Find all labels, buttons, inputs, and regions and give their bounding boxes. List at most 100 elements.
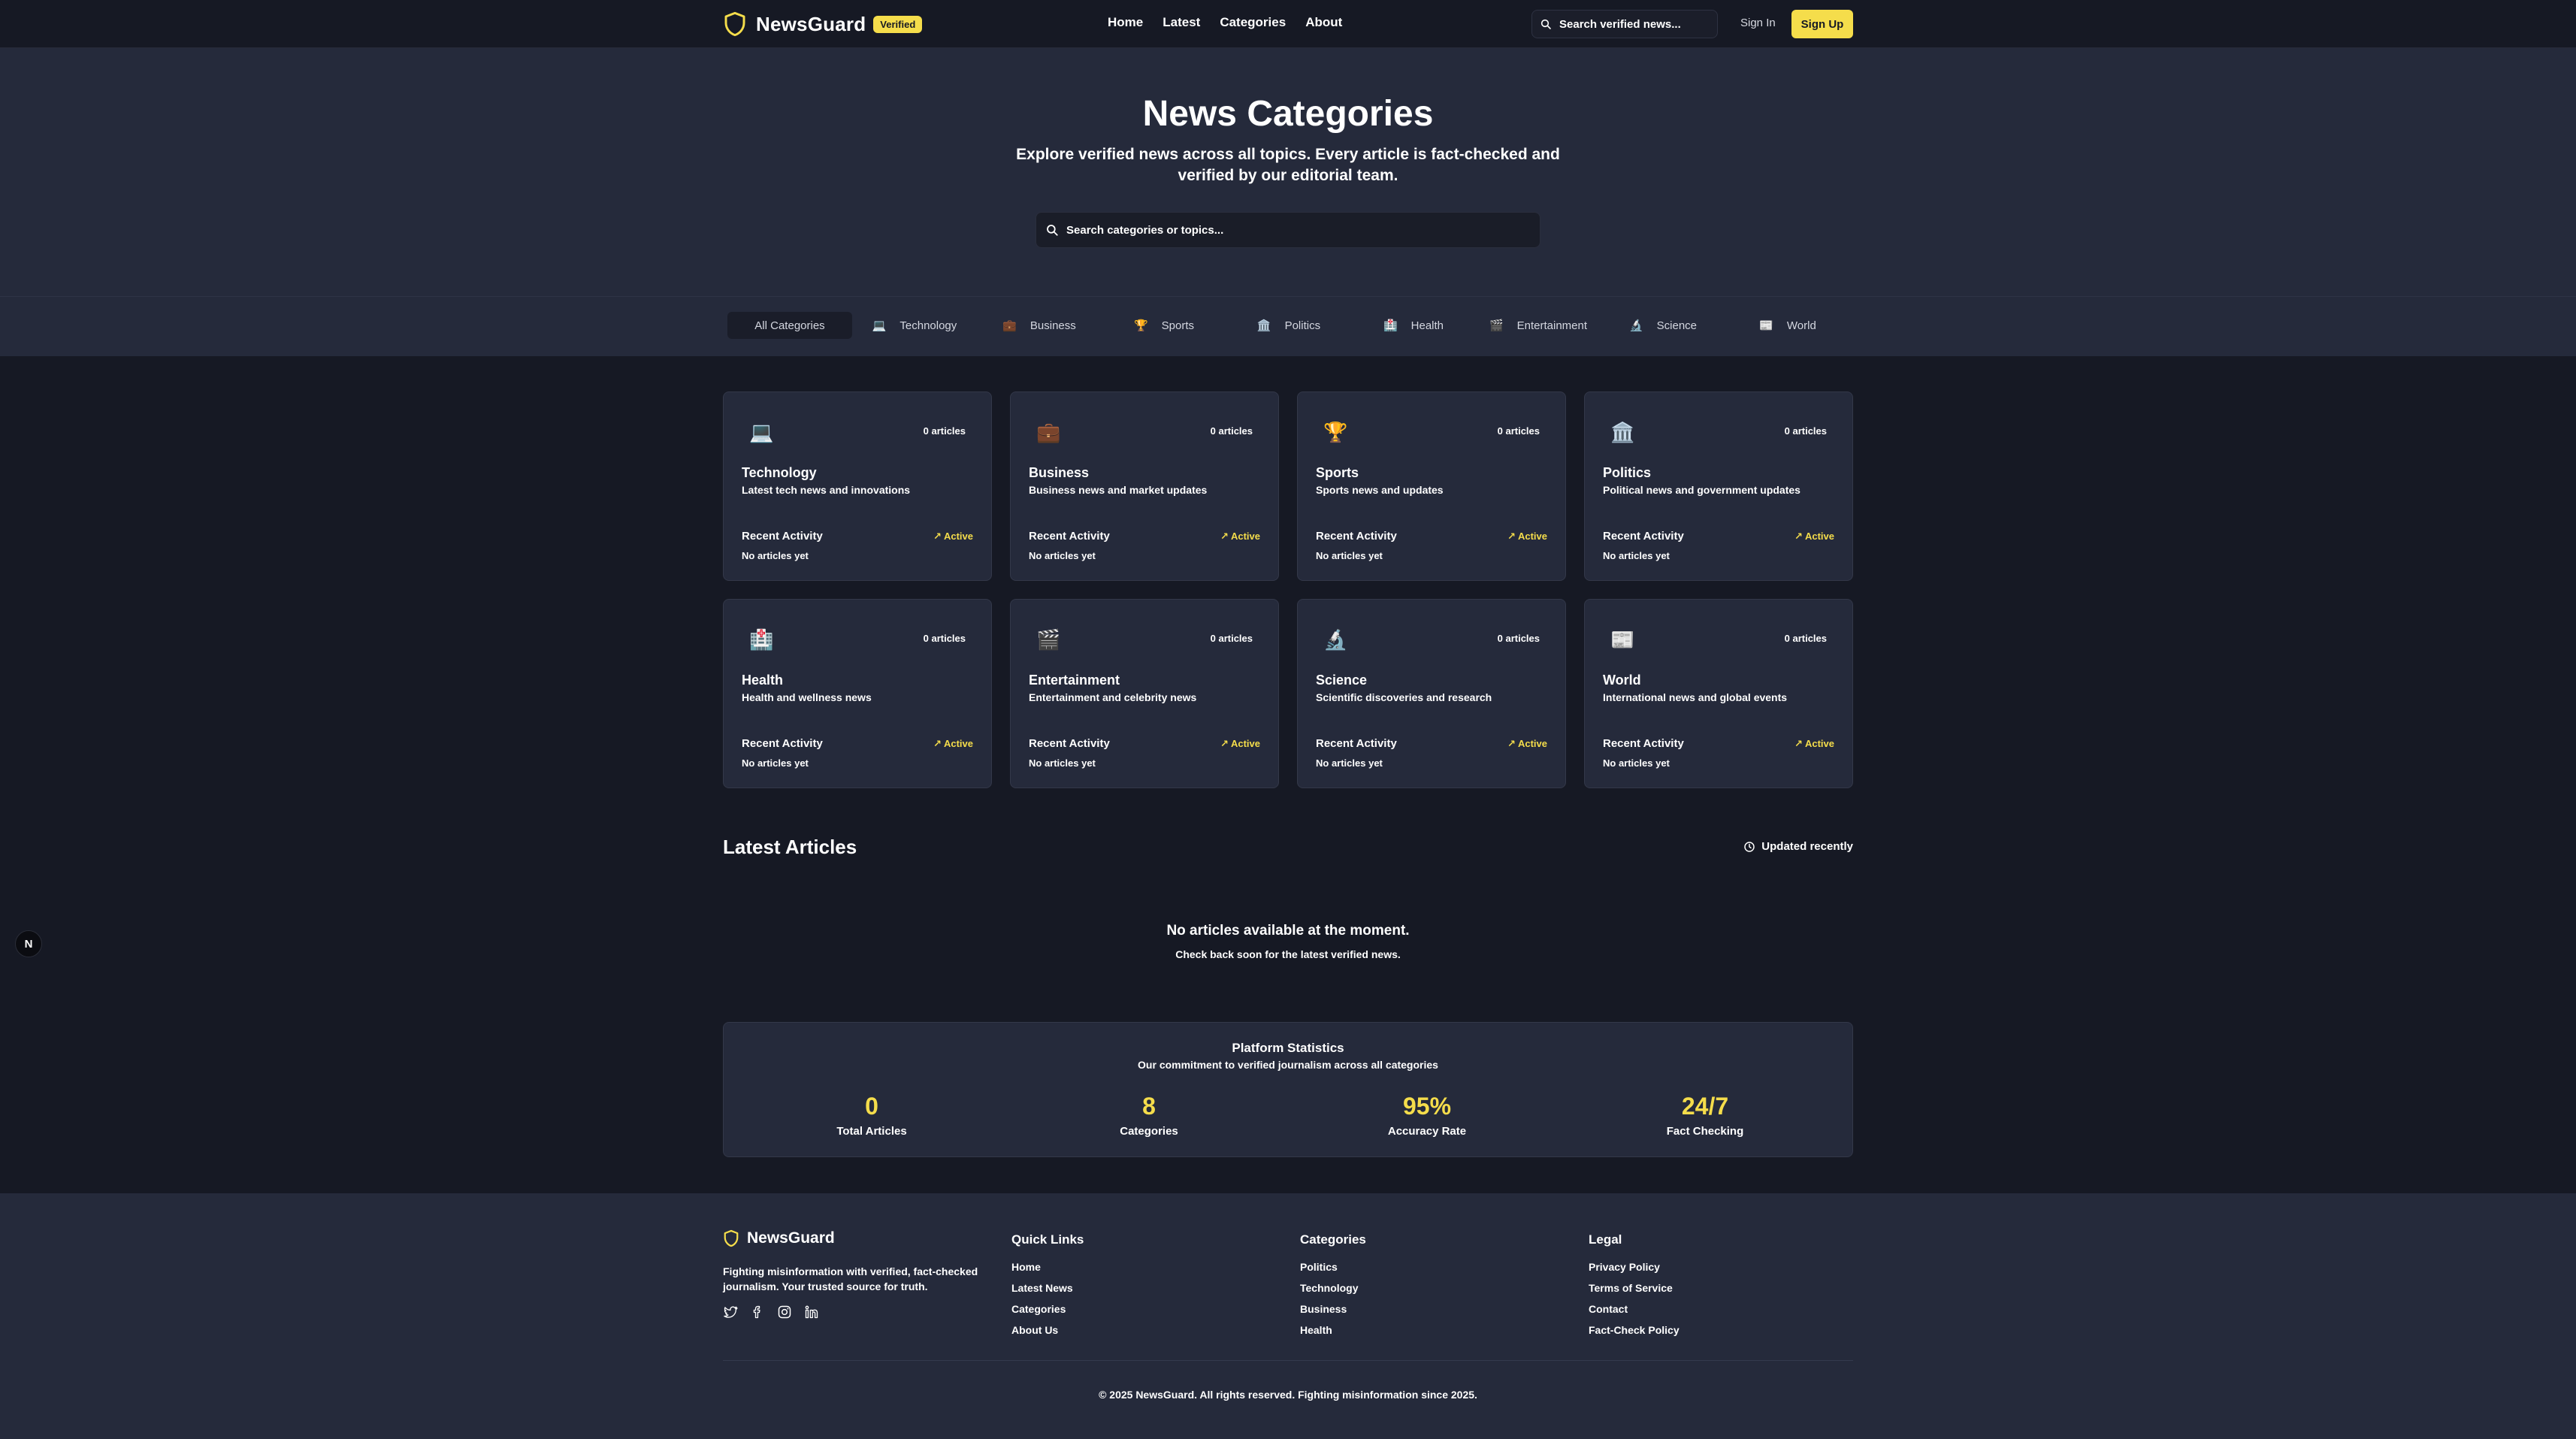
category-card-science[interactable]: 🔬 0 articles Science Scientific discover… (1297, 599, 1566, 788)
category-name: Politics (1603, 465, 1652, 480)
empty-articles-text: No articles yet (1603, 550, 1670, 561)
nav-link-about[interactable]: About (1305, 15, 1342, 30)
shield-icon (724, 11, 745, 37)
linkedin-icon[interactable] (804, 1304, 819, 1320)
sign-in-link[interactable]: Sign In (1740, 17, 1776, 29)
twitter-icon[interactable] (723, 1304, 738, 1320)
active-status: ↗ Active (1220, 531, 1260, 542)
facebook-icon[interactable] (750, 1304, 765, 1320)
footer-link-business[interactable]: Business (1300, 1303, 1366, 1315)
nav-search-box (1531, 10, 1718, 38)
laptop-icon: 💻 (749, 421, 774, 443)
footer-link-contact[interactable]: Contact (1589, 1303, 1680, 1315)
footer-link-health[interactable]: Health (1300, 1324, 1366, 1336)
floating-dev-button[interactable]: N (15, 930, 42, 957)
empty-articles-text: No articles yet (1316, 550, 1383, 561)
article-count: 0 articles (1497, 633, 1540, 644)
footer-link-categories[interactable]: Categories (1011, 1303, 1084, 1315)
category-card-health[interactable]: 🏥 0 articles Health Health and wellness … (723, 599, 992, 788)
category-card-technology[interactable]: 💻 0 articles Technology Latest tech news… (723, 391, 992, 581)
tab-sports[interactable]: 🏆 Sports (1102, 312, 1226, 339)
hospital-icon: 🏥 (749, 628, 774, 651)
tab-label: Business (1029, 319, 1076, 332)
recent-activity-label: Recent Activity (1029, 530, 1110, 543)
page-title: News Categories (1142, 94, 1434, 134)
stat-value: 8 (1142, 1093, 1156, 1120)
tab-label: Science (1656, 319, 1698, 332)
category-card-world[interactable]: 📰 0 articles World International news an… (1584, 599, 1853, 788)
category-card-business[interactable]: 💼 0 articles Business Business news and … (1010, 391, 1279, 581)
footer-link-fact-check-policy[interactable]: Fact-Check Policy (1589, 1324, 1680, 1336)
footer-link-technology[interactable]: Technology (1300, 1282, 1366, 1294)
footer-column-legal: Legal Privacy Policy Terms of Service Co… (1589, 1232, 1680, 1345)
recent-activity-label: Recent Activity (1316, 530, 1397, 543)
empty-articles-text: No articles yet (1603, 757, 1670, 769)
tab-all-categories[interactable]: All Categories (727, 312, 852, 339)
footer-brand[interactable]: NewsGuard (723, 1229, 835, 1247)
verified-badge: Verified (873, 15, 923, 33)
category-tabs: All Categories 💻 Technology 💼 Business 🏆 Sp… (727, 312, 1850, 339)
category-tabs-bar: All Categories 💻 Technology 💼 Business 🏆 Sp… (0, 296, 2576, 356)
category-search-input[interactable] (1066, 223, 1517, 237)
nav-search-input[interactable] (1559, 17, 1710, 31)
tab-label: Sports (1161, 319, 1195, 332)
recent-activity-label: Recent Activity (1316, 737, 1397, 750)
nav-link-categories[interactable]: Categories (1220, 15, 1286, 30)
sign-up-button[interactable]: Sign Up (1791, 10, 1853, 38)
category-card-politics[interactable]: 🏛️ 0 articles Politics Political news an… (1584, 391, 1853, 581)
article-count: 0 articles (923, 633, 966, 644)
latest-articles-heading: Latest Articles (723, 836, 857, 858)
government-building-icon: 🏛️ (1256, 319, 1271, 332)
laptop-icon: 💻 (872, 319, 887, 332)
footer-link-terms-of-service[interactable]: Terms of Service (1589, 1282, 1680, 1294)
trophy-icon: 🏆 (1323, 421, 1348, 443)
stat-label: Accuracy Rate (1387, 1125, 1467, 1138)
tab-label: Health (1410, 319, 1444, 332)
hospital-icon: 🏥 (1383, 319, 1398, 332)
tab-health[interactable]: 🏥 Health (1351, 312, 1476, 339)
shield-icon (724, 1229, 739, 1247)
tab-technology[interactable]: 💻 Technology (852, 312, 977, 339)
category-description: Latest tech news and innovations (742, 484, 911, 496)
tab-label: Technology (899, 319, 957, 332)
tab-world[interactable]: 📰 World (1725, 312, 1850, 339)
category-name: Entertainment (1029, 673, 1120, 688)
category-card-entertainment[interactable]: 🎬 0 articles Entertainment Entertainment… (1010, 599, 1279, 788)
nav-link-latest[interactable]: Latest (1163, 15, 1200, 30)
footer-link-home[interactable]: Home (1011, 1261, 1084, 1273)
category-description: Scientific discoveries and research (1316, 691, 1492, 703)
article-count: 0 articles (1784, 633, 1827, 644)
active-status: ↗ Active (1507, 738, 1547, 749)
empty-articles-text: No articles yet (742, 550, 809, 561)
tab-science[interactable]: 🔬 Science (1601, 312, 1725, 339)
stat-total-articles: 0 Total Articles (759, 1092, 984, 1138)
footer-column-quick-links: Quick Links Home Latest News Categories … (1011, 1232, 1084, 1345)
tab-business[interactable]: 💼 Business (977, 312, 1102, 339)
footer-divider (723, 1360, 1853, 1361)
copyright-text: © 2025 NewsGuard. All rights reserved. F… (1099, 1389, 1477, 1401)
footer-link-about-us[interactable]: About Us (1011, 1324, 1084, 1336)
tab-politics[interactable]: 🏛️ Politics (1226, 312, 1351, 339)
category-description: Business news and market updates (1029, 484, 1208, 496)
active-status: ↗ Active (1794, 738, 1834, 749)
footer-column-categories: Categories Politics Technology Business … (1300, 1232, 1366, 1345)
active-status: ↗ Active (1220, 738, 1260, 749)
nav-link-home[interactable]: Home (1108, 15, 1143, 30)
footer: NewsGuard Fighting misinformation with v… (0, 1193, 2576, 1439)
brand-logo[interactable]: NewsGuard Verified (723, 11, 923, 38)
footer-link-politics[interactable]: Politics (1300, 1261, 1366, 1273)
main-nav: Home Latest Categories About (1108, 15, 1342, 30)
updated-text: Updated recently (1761, 840, 1853, 853)
footer-link-privacy-policy[interactable]: Privacy Policy (1589, 1261, 1680, 1273)
instagram-icon[interactable] (777, 1304, 792, 1320)
category-name: Sports (1316, 465, 1359, 480)
empty-articles-text: No articles yet (1029, 550, 1096, 561)
footer-link-latest-news[interactable]: Latest News (1011, 1282, 1084, 1294)
recent-activity-label: Recent Activity (1603, 737, 1684, 750)
stat-value: 95% (1402, 1093, 1452, 1120)
stat-categories: 8 Categories (1036, 1092, 1262, 1138)
category-card-sports[interactable]: 🏆 0 articles Sports Sports news and upda… (1297, 391, 1566, 581)
article-count: 0 articles (1784, 425, 1827, 437)
tab-entertainment[interactable]: 🎬 Entertainment (1476, 312, 1601, 339)
category-search-box (1036, 212, 1540, 248)
